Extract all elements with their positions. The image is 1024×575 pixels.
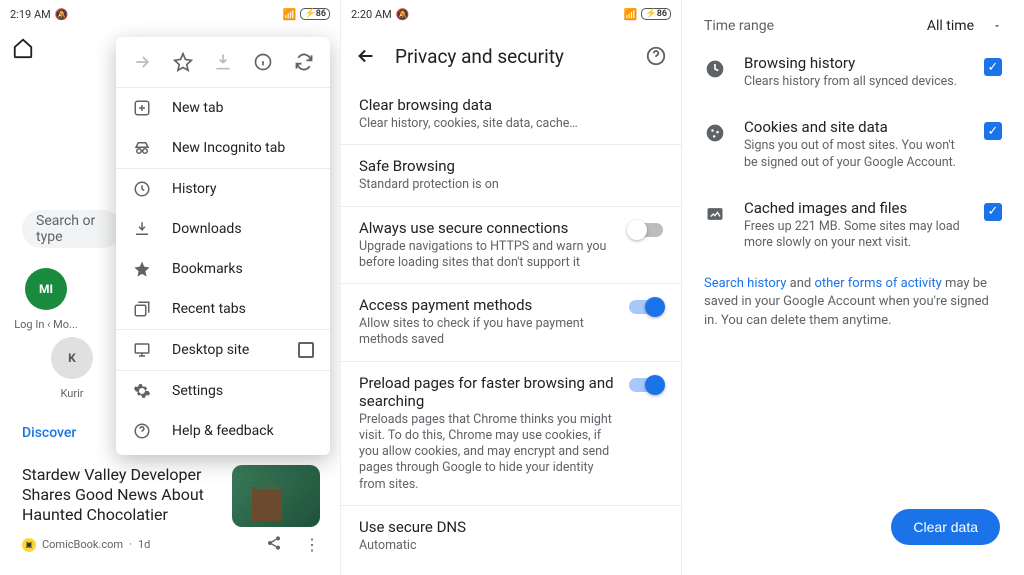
clear-cache[interactable]: Cached images and files Frees up 221 MB.… (682, 185, 1024, 266)
clock: 2:20 AM (351, 8, 392, 21)
tabs-icon (132, 300, 152, 318)
page-title: Privacy and security (395, 45, 564, 68)
star-icon[interactable] (167, 46, 199, 78)
forward-icon (126, 46, 158, 78)
share-icon[interactable] (266, 535, 282, 554)
clock: 2:19 AM (10, 8, 51, 21)
star-filled-icon (132, 260, 152, 278)
menu-downloads[interactable]: Downloads (116, 209, 330, 249)
desktop-checkbox[interactable] (298, 342, 314, 358)
site-item[interactable]: MI Log In ‹ Mo... (10, 268, 82, 331)
setting-payment[interactable]: Access payment methods Allow sites to ch… (341, 284, 681, 361)
site-icon: K (51, 337, 93, 379)
dnd-icon: 🔕 (55, 8, 69, 21)
more-icon[interactable]: ⋮ (304, 535, 320, 554)
clear-data-button[interactable]: Clear data (891, 509, 1000, 545)
menu-desktop-site[interactable]: Desktop site (116, 330, 330, 370)
battery-badge: ⚡86 (300, 8, 330, 20)
checkbox-cache[interactable]: ✓ (984, 203, 1002, 221)
dnd-icon: 🔕 (396, 8, 410, 21)
link-other-activity[interactable]: other forms of activity (814, 276, 941, 291)
toggle-preload[interactable] (629, 378, 663, 392)
chevron-down-icon (992, 21, 1002, 31)
article-card[interactable]: Stardew Valley Developer Shares Good New… (22, 465, 320, 554)
info-icon[interactable] (247, 46, 279, 78)
cookie-icon (704, 122, 726, 144)
menu-history[interactable]: History (116, 169, 330, 209)
plus-square-icon (132, 99, 152, 117)
time-range-selector[interactable]: Time range All time (682, 0, 1024, 40)
signal-icon: 📶 (624, 8, 638, 21)
quick-sites: MI Log In ‹ Mo... (10, 268, 82, 331)
checkbox-history[interactable]: ✓ (984, 58, 1002, 76)
link-search-history[interactable]: Search history (704, 276, 786, 291)
menu-recent-tabs[interactable]: Recent tabs (116, 289, 330, 329)
search-input[interactable]: Search or type (22, 210, 122, 248)
download-list-icon (132, 220, 152, 238)
refresh-icon[interactable] (288, 46, 320, 78)
menu-settings[interactable]: Settings (116, 371, 330, 411)
setting-safe-browsing[interactable]: Safe Browsing Standard protection is on (341, 145, 681, 205)
article-thumbnail (232, 465, 320, 527)
back-icon[interactable] (355, 45, 377, 67)
overflow-menu: New tab New Incognito tab History Downlo… (116, 37, 330, 455)
setting-preload[interactable]: Preload pages for faster browsing and se… (341, 362, 681, 505)
setting-dns[interactable]: Use secure DNS Automatic (341, 506, 681, 566)
clear-cookies[interactable]: Cookies and site data Signs you out of m… (682, 104, 1024, 185)
info-text: Search history and other forms of activi… (682, 265, 1024, 340)
site-item[interactable]: K Kurir (36, 337, 108, 400)
checkbox-cookies[interactable]: ✓ (984, 122, 1002, 140)
help-icon (132, 422, 152, 440)
settings-header: Privacy and security (341, 28, 681, 84)
battery-badge: ⚡86 (641, 8, 671, 20)
history-icon (132, 180, 152, 198)
site-icon: MI (25, 268, 67, 310)
monitor-icon (132, 341, 152, 359)
toggle-secure-connections[interactable] (629, 223, 663, 237)
menu-new-tab[interactable]: New tab (116, 88, 330, 128)
clock-icon (704, 58, 726, 80)
image-icon (704, 203, 726, 225)
gear-icon (132, 382, 152, 400)
article-title: Stardew Valley Developer Shares Good New… (22, 465, 220, 527)
setting-clear-data[interactable]: Clear browsing data Clear history, cooki… (341, 84, 681, 144)
menu-help[interactable]: Help & feedback (116, 411, 330, 451)
menu-incognito[interactable]: New Incognito tab (116, 128, 330, 168)
setting-secure-connections[interactable]: Always use secure connections Upgrade na… (341, 207, 681, 284)
status-bar: 2:20 AM 🔕 📶 ⚡86 (341, 0, 681, 24)
discover-heading[interactable]: Discover (22, 425, 76, 441)
signal-icon: 📶 (283, 8, 297, 21)
toggle-payment[interactable] (629, 300, 663, 314)
home-icon[interactable] (12, 37, 34, 59)
menu-bookmarks[interactable]: Bookmarks (116, 249, 330, 289)
download-icon (207, 46, 239, 78)
help-icon[interactable] (645, 45, 667, 67)
article-source: ▣ ComicBook.com · 1d (22, 538, 150, 552)
incognito-icon (132, 139, 152, 157)
clear-browsing-history[interactable]: Browsing history Clears history from all… (682, 40, 1024, 104)
status-bar: 2:19 AM 🔕 📶 ⚡86 (0, 0, 340, 24)
